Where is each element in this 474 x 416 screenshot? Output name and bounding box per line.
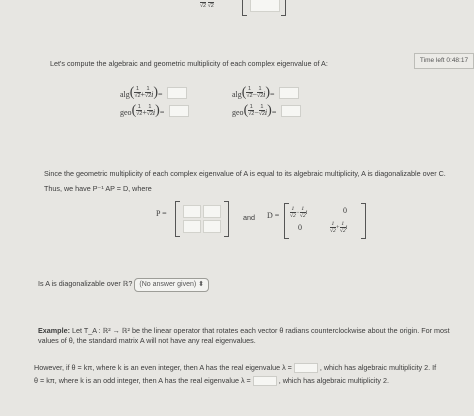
top-fragment: 1√2 1√2 xyxy=(200,0,300,20)
top-matrix-input[interactable] xyxy=(242,0,286,16)
p-cell-12[interactable] xyxy=(203,205,221,218)
thus-text: Thus, we have P⁻¹ AP = D, where xyxy=(44,184,152,193)
p-label: P = xyxy=(156,209,167,218)
example-lead: Example: xyxy=(38,326,70,335)
d-matrix: 1 √2−1 √2 i 0 0 1 √2 +1 √2 i xyxy=(284,203,366,239)
question-text: Is A is diagonalizable over ℝ? xyxy=(38,279,133,288)
geo-plus-input[interactable] xyxy=(168,104,189,117)
d-label: D = xyxy=(267,211,280,220)
diagonalizable-statement: Since the geometric multiplicity of each… xyxy=(44,169,446,178)
however-line-2: θ = kπ, where k is an odd integer, then … xyxy=(34,376,389,387)
and-label: and xyxy=(243,213,255,222)
timer-label: Time left 0:48:17 xyxy=(419,57,469,64)
diagonalizable-select[interactable]: (No answer given) ⬍ xyxy=(134,278,210,292)
example-paragraph: Example: Let T_A : ℝ² → ℝ² be the linear… xyxy=(38,326,468,346)
top-fraction: 1√2 1√2 xyxy=(200,0,214,9)
alg-plus-input[interactable] xyxy=(167,86,187,99)
select-arrow-icon: ⬍ xyxy=(198,281,205,288)
d-21: 0 xyxy=(298,223,302,232)
d-22: 1 √2 +1 √2 i xyxy=(330,221,348,234)
alg-plus-row: alg(1 √2 +1 √2 i)= xyxy=(120,84,187,100)
geo-minus-row: geo(1 √2−1 √2 i)= xyxy=(232,102,301,118)
alg-minus-input[interactable] xyxy=(279,86,299,99)
intro-text: Let's compute the algebraic and geometri… xyxy=(50,59,328,68)
p-cell-22[interactable] xyxy=(203,220,221,233)
alg-minus-row: alg(1 √2−1 √2 i)= xyxy=(232,84,299,100)
matrix-row: P = and D = 1 √2−1 √2 i 0 0 1 √2 +1 √2 i xyxy=(150,200,380,240)
geo-plus-row: geo(1 √2 +1 √2 i)= xyxy=(120,102,189,118)
example-text: Let T_A : ℝ² → ℝ² be the linear operator… xyxy=(38,326,450,345)
even-eigenvalue-input[interactable] xyxy=(293,363,318,374)
select-value: (No answer given) xyxy=(139,281,197,288)
odd-eigenvalue-input[interactable] xyxy=(252,376,277,387)
d-12: 0 xyxy=(343,206,347,215)
however-line-1: However, if θ = kπ, where k is an even i… xyxy=(34,363,437,374)
geo-minus-input[interactable] xyxy=(280,104,301,117)
d-11: 1 √2−1 √2 i xyxy=(290,206,308,219)
p-cell-11[interactable] xyxy=(183,205,201,218)
p-cell-21[interactable] xyxy=(183,220,201,233)
multiplicity-block: alg(1 √2 +1 √2 i)= alg(1 √2−1 √2 i)= geo(1 √2 +1 √… xyxy=(120,84,330,124)
p-matrix-input[interactable] xyxy=(175,201,229,237)
timer-badge: Time left 0:48:17 xyxy=(414,53,474,69)
question-row: Is A is diagonalizable over ℝ? (No answe… xyxy=(38,278,298,292)
